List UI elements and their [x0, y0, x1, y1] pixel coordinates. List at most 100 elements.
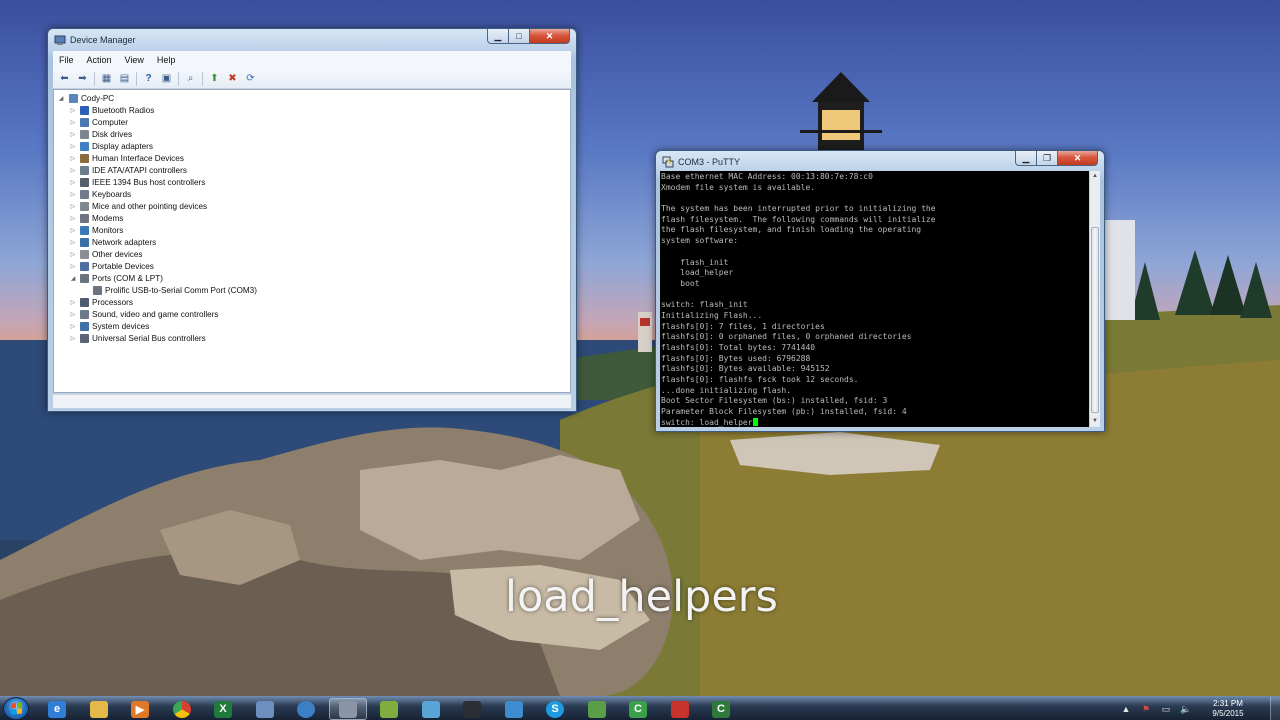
update-driver-icon[interactable]: ▣	[159, 72, 174, 86]
excel-icon: X	[214, 700, 232, 718]
properties-icon[interactable]: ▤	[117, 72, 132, 86]
collapse-arrow-icon[interactable]: ◢	[70, 275, 76, 282]
menu-help[interactable]: Help	[157, 55, 176, 65]
tree-item[interactable]: ▷ Keyboards	[54, 188, 570, 200]
minimize-button[interactable]: ▁	[1015, 151, 1037, 166]
tree-item[interactable]: ▷ Human Interface Devices	[54, 152, 570, 164]
expand-arrow-icon[interactable]: ▷	[70, 227, 76, 234]
tree-item-label: Universal Serial Bus controllers	[92, 333, 206, 343]
taskbar-item[interactable]	[287, 698, 325, 720]
volume-icon[interactable]: 🔈	[1180, 703, 1192, 715]
toolbar: ⬅ ➡ ▦ ▤ ? ▣ ⌕ ⬆ ✖ ⟳	[53, 69, 571, 89]
tree-item[interactable]: ▷ Processors	[54, 296, 570, 308]
start-button[interactable]	[3, 697, 29, 720]
taskbar-item[interactable]	[80, 698, 118, 720]
taskbar-item[interactable]: e	[38, 698, 76, 720]
enable-icon[interactable]: ⟳	[243, 72, 258, 86]
device-manager-window: Device Manager ▁ □ ✕ File Action View He…	[47, 28, 577, 412]
tree-item-label: Modems	[92, 213, 124, 223]
expand-arrow-icon[interactable]: ▷	[70, 203, 76, 210]
scrollbar-thumb[interactable]	[1091, 227, 1099, 413]
tree-item[interactable]: ▷ Sound, video and game controllers	[54, 308, 570, 320]
expand-arrow-icon[interactable]: ▷	[70, 239, 76, 246]
terminal-line: system software:	[661, 236, 739, 246]
forward-icon[interactable]: ➡	[75, 72, 90, 86]
help-icon[interactable]: ?	[141, 72, 156, 86]
menu-file[interactable]: File	[59, 55, 74, 65]
taskbar-item[interactable]	[328, 698, 367, 720]
uninstall-icon[interactable]: ⬆	[207, 72, 222, 86]
expand-arrow-icon[interactable]: ▷	[70, 119, 76, 126]
tree-item[interactable]: ◢ Ports (COM & LPT)	[54, 272, 570, 284]
tree-item[interactable]: ▷ Disk drives	[54, 128, 570, 140]
expand-arrow-icon[interactable]: ▷	[70, 311, 76, 318]
taskbar-item[interactable]	[495, 698, 533, 720]
collapse-arrow-icon[interactable]: ◢	[58, 95, 64, 102]
maximize-button[interactable]: □	[509, 29, 530, 44]
minimize-button[interactable]: ▁	[487, 29, 509, 44]
expand-arrow-icon[interactable]: ▷	[70, 167, 76, 174]
tree-item-label: IDE ATA/ATAPI controllers	[92, 165, 187, 175]
chrome-icon	[172, 700, 191, 718]
tree-item[interactable]: ▷ Modems	[54, 212, 570, 224]
menu-view[interactable]: View	[125, 55, 144, 65]
expand-arrow-icon[interactable]: ▷	[70, 191, 76, 198]
close-button[interactable]: ✕	[530, 29, 570, 44]
tree-item[interactable]: Prolific USB-to-Serial Comm Port (COM3)	[54, 284, 570, 296]
expand-arrow-icon[interactable]: ▷	[70, 299, 76, 306]
scan-hardware-icon[interactable]: ⌕	[183, 72, 198, 86]
disable-icon[interactable]: ✖	[225, 72, 240, 86]
action-center-flag-icon[interactable]: ⚑	[1140, 703, 1152, 715]
show-hidden-icons-icon[interactable]: ▲	[1120, 703, 1132, 715]
taskbar-item[interactable]: C	[702, 698, 740, 720]
tree-root[interactable]: ◢ Cody-PC	[54, 92, 570, 104]
tree-item[interactable]: ▷ Bluetooth Radios	[54, 104, 570, 116]
tree-item[interactable]: ▷ System devices	[54, 320, 570, 332]
back-icon[interactable]: ⬅	[57, 72, 72, 86]
taskbar-item[interactable]	[661, 698, 699, 720]
clock[interactable]: 2:31 PM 9/5/2015	[1200, 699, 1256, 719]
tree-item[interactable]: ▷ Mice and other pointing devices	[54, 200, 570, 212]
expand-arrow-icon[interactable]: ▷	[70, 155, 76, 162]
network-icon[interactable]: ▭	[1160, 703, 1172, 715]
taskbar-item[interactable]	[412, 698, 450, 720]
taskbar-item[interactable]	[370, 698, 408, 720]
tree-item[interactable]: ▷ IDE ATA/ATAPI controllers	[54, 164, 570, 176]
taskbar-item[interactable]	[163, 698, 201, 720]
expand-arrow-icon[interactable]: ▷	[70, 263, 76, 270]
terminal-output[interactable]: Base ethernet MAC Address: 00:13:80:7e:7…	[660, 171, 1089, 427]
taskbar-item[interactable]: S	[536, 698, 574, 720]
taskbar-item[interactable]	[246, 698, 284, 720]
tree-item[interactable]: ▷ IEEE 1394 Bus host controllers	[54, 176, 570, 188]
taskbar-item[interactable]: ▶	[121, 698, 159, 720]
show-hide-console-tree-icon[interactable]: ▦	[99, 72, 114, 86]
taskbar-item[interactable]: C	[619, 698, 657, 720]
taskbar-item[interactable]	[453, 698, 491, 720]
terminal-scrollbar[interactable]: ▲ ▼	[1089, 171, 1100, 427]
taskbar-item[interactable]: X	[204, 698, 242, 720]
tree-item[interactable]: ▷ Other devices	[54, 248, 570, 260]
tree-item[interactable]: ▷ Universal Serial Bus controllers	[54, 332, 570, 344]
toolbar-separator	[178, 71, 179, 86]
expand-arrow-icon[interactable]: ▷	[70, 179, 76, 186]
expand-arrow-icon[interactable]: ▷	[70, 143, 76, 150]
expand-arrow-icon[interactable]: ▷	[70, 335, 76, 342]
expand-arrow-icon[interactable]: ▷	[70, 107, 76, 114]
maximize-button[interactable]: ❐	[1037, 151, 1058, 166]
tree-item[interactable]: ▷ Computer	[54, 116, 570, 128]
tree-item[interactable]: ▷ Display adapters	[54, 140, 570, 152]
video-caption: load_helpers	[505, 572, 778, 622]
scroll-down-arrow-icon[interactable]: ▼	[1090, 416, 1100, 427]
tree-item[interactable]: ▷ Network adapters	[54, 236, 570, 248]
show-desktop-button[interactable]	[1270, 697, 1280, 720]
tree-item[interactable]: ▷ Monitors	[54, 224, 570, 236]
close-button[interactable]: ✕	[1058, 151, 1098, 166]
scroll-up-arrow-icon[interactable]: ▲	[1090, 171, 1100, 182]
tree-item[interactable]: ▷ Portable Devices	[54, 260, 570, 272]
menu-action[interactable]: Action	[87, 55, 112, 65]
expand-arrow-icon[interactable]: ▷	[70, 215, 76, 222]
expand-arrow-icon[interactable]: ▷	[70, 131, 76, 138]
expand-arrow-icon[interactable]: ▷	[70, 251, 76, 258]
expand-arrow-icon[interactable]: ▷	[70, 323, 76, 330]
taskbar-item[interactable]	[578, 698, 616, 720]
